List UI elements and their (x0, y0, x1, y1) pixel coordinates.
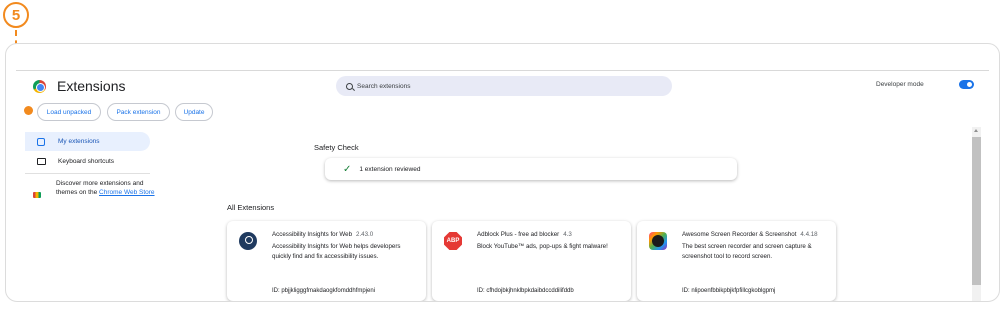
search-icon (346, 82, 353, 90)
sidebar-item-my-extensions[interactable]: My extensions (25, 132, 150, 151)
extension-description: Accessibility Insights for Web helps dev… (272, 243, 401, 260)
checkmark-icon: ✓ (343, 163, 352, 175)
scrollbar-thumb[interactable] (972, 137, 981, 285)
safety-check-card[interactable]: ✓ 1 extension reviewed (325, 158, 737, 180)
safety-check-title: Safety Check (314, 143, 359, 152)
screen-recorder-icon (649, 232, 667, 250)
page-title: Extensions (57, 78, 126, 94)
update-button[interactable]: Update (175, 103, 213, 121)
scroll-up-arrow-icon[interactable] (974, 129, 978, 132)
vertical-scrollbar[interactable] (972, 127, 981, 301)
extension-name: Awesome Screen Recorder & Screenshot 4.4.… (682, 231, 818, 238)
web-store-promo: Discover more extensions and themes on t… (56, 180, 156, 197)
web-store-icon (33, 192, 41, 198)
extension-card[interactable]: Accessibility Insights for Web 2.43.0 Acc… (227, 221, 426, 301)
extension-description: Block YouTube™ ads, pop-ups & fight malw… (477, 243, 608, 250)
puzzle-icon (37, 137, 45, 146)
chrome-logo-icon (33, 80, 46, 93)
developer-mode-label: Developer mode (876, 81, 924, 88)
safety-check-status: 1 extension reviewed (359, 165, 421, 173)
all-extensions-title: All Extensions (227, 203, 275, 212)
extension-description: The best screen recorder and screen capt… (682, 243, 812, 260)
extension-id: ID: cfhdojbkjhnklbpkdaibdccddilifddb (477, 288, 574, 294)
step-number-badge: 5 (3, 2, 29, 28)
pack-extension-button[interactable]: Pack extension (107, 103, 170, 121)
extension-card[interactable]: Awesome Screen Recorder & Screenshot 4.4.… (637, 221, 836, 301)
sidebar-item-label: My extensions (58, 138, 100, 145)
extension-id: ID: nlipoenfbbikpbjkfpfillcgkoblgpmj (682, 288, 776, 294)
extension-version: 4.3 (563, 231, 572, 238)
sidebar-item-label: Keyboard shortcuts (58, 158, 115, 165)
search-input[interactable]: Search extensions (336, 76, 672, 96)
load-unpacked-button[interactable]: Load unpacked (37, 103, 101, 121)
annotation-marker-dot (24, 106, 33, 115)
extension-card[interactable]: ABP Adblock Plus - free ad blocker 4.3 Bl… (432, 221, 631, 301)
sidebar-item-keyboard-shortcuts[interactable]: Keyboard shortcuts (25, 152, 150, 171)
adblock-plus-icon: ABP (444, 232, 462, 250)
developer-mode-toggle[interactable] (959, 80, 974, 89)
search-placeholder: Search extensions (357, 82, 411, 90)
extension-version: 4.4.18 (800, 231, 818, 238)
accessibility-insights-icon (239, 232, 257, 250)
keyboard-icon (37, 158, 46, 165)
extension-version: 2.43.0 (356, 231, 374, 238)
chrome-web-store-link[interactable]: Chrome Web Store (99, 189, 155, 196)
extension-name: Accessibility Insights for Web 2.43.0 (272, 231, 374, 238)
extension-id: ID: pbjjkligggfmakdaogkfomddhfmpjeni (272, 288, 376, 294)
extensions-header: Extensions Search extensions Developer m… (6, 71, 999, 105)
sidebar-divider (25, 173, 150, 174)
browser-window: Extensions Search extensions Developer m… (5, 43, 1000, 302)
extension-name: Adblock Plus - free ad blocker 4.3 (477, 231, 572, 238)
